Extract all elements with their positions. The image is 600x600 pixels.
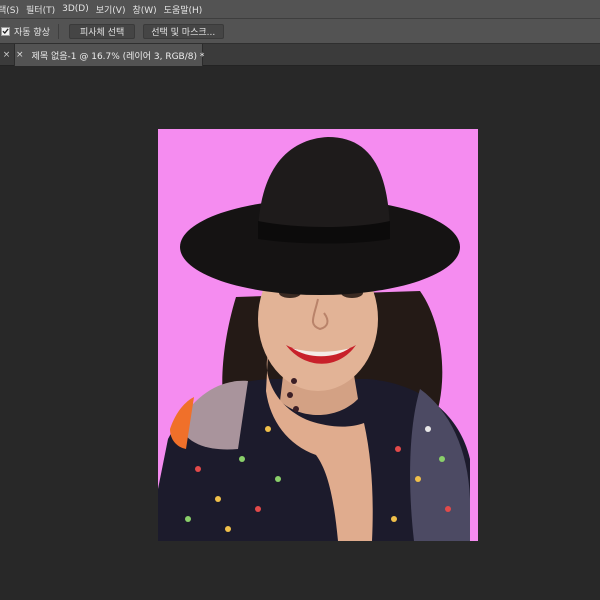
document-tab-bar: × × 제목 없음-1 @ 16.7% (레이어 3, RGB/8) *: [0, 44, 600, 66]
workspace: [0, 67, 600, 600]
close-icon[interactable]: ×: [0, 44, 13, 66]
menu-3d[interactable]: 3D(D): [62, 4, 95, 14]
hat-crown: [258, 137, 390, 239]
options-divider: [57, 23, 59, 39]
menu-view[interactable]: 보기(V): [96, 3, 132, 16]
auto-enhance-label: 자동 향상: [14, 27, 50, 38]
document-tab[interactable]: × 제목 없음-1 @ 16.7% (레이어 3, RGB/8) *: [14, 44, 205, 66]
checkmark-icon: [2, 28, 9, 34]
menu-filter[interactable]: 필터(T): [26, 3, 61, 16]
select-subject-button[interactable]: 피사체 선택: [68, 23, 136, 39]
photo-woman-with-hat: [158, 137, 470, 541]
select-and-mask-button[interactable]: 선택 및 마스크...: [143, 23, 225, 39]
nail: [287, 392, 293, 398]
document-tab-title: 제목 없음-1 @ 16.7% (레이어 3, RGB/8) *: [31, 51, 205, 62]
nail: [293, 406, 299, 412]
nail: [291, 378, 297, 384]
auto-enhance-toggle[interactable]: 자동 향상: [1, 25, 50, 38]
tab-close-icon[interactable]: ×: [16, 50, 24, 60]
shirt-sleeve-right: [410, 389, 470, 541]
menu-help[interactable]: 도움말(H): [164, 3, 209, 16]
auto-enhance-checkbox[interactable]: [1, 26, 10, 36]
options-bar: 자동 향상 피사체 선택 선택 및 마스크...: [0, 19, 600, 44]
menu-bar: 택(S) 필터(T) 3D(D) 보기(V) 창(W) 도움말(H): [0, 0, 600, 19]
document-canvas[interactable]: [158, 129, 478, 541]
menu-select[interactable]: 택(S): [0, 3, 25, 16]
menu-window[interactable]: 창(W): [132, 3, 162, 16]
